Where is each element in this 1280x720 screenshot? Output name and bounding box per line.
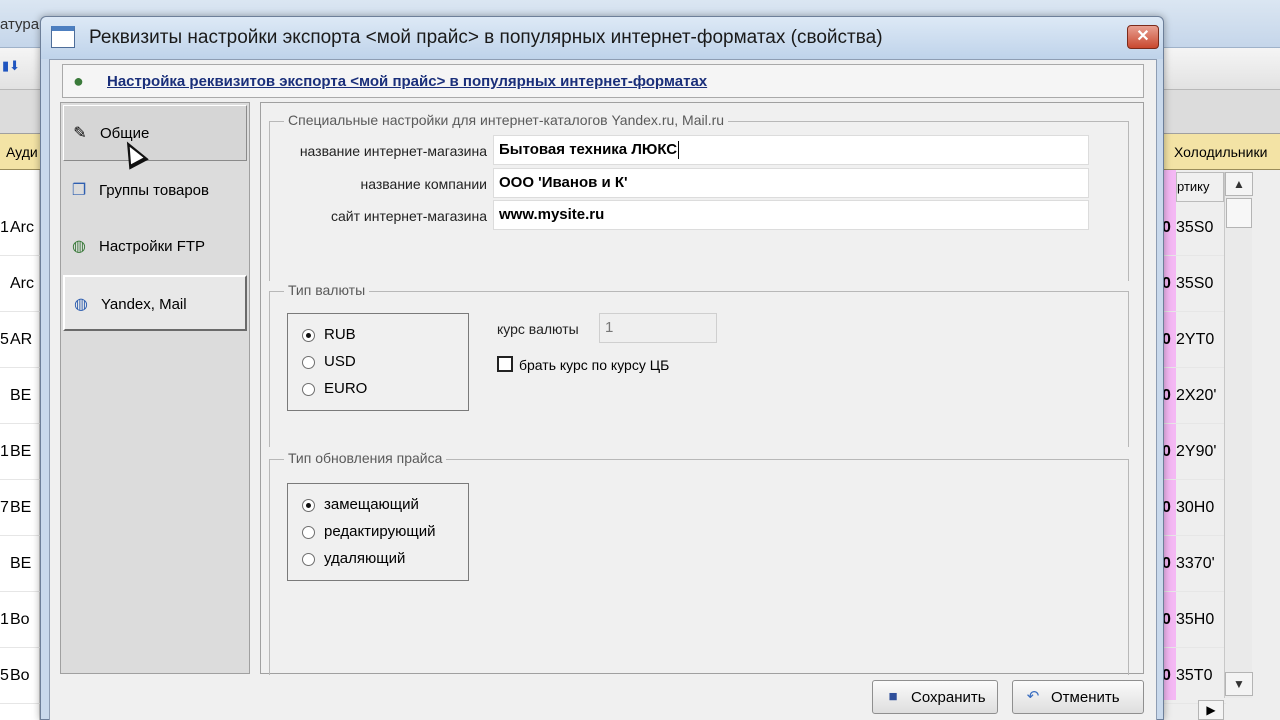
scroll-down-icon[interactable]: ▼: [1225, 672, 1253, 696]
table-row[interactable]: Arc: [0, 256, 40, 312]
pencil-icon: ✎: [73, 125, 87, 142]
nav-item-product-groups[interactable]: ❐ Группы товаров: [63, 163, 247, 219]
cbr-rate-label[interactable]: брать курс по курсу ЦБ: [519, 357, 669, 373]
table-row[interactable]: 5Bo: [0, 648, 40, 704]
settings-content: Специальные настройки для интернет-катал…: [260, 102, 1144, 675]
table-row[interactable]: BE: [0, 536, 40, 592]
background-grid-right: 0 35S0 0 35S0 0 2YT0 0 2X20' 0 2Y90' 0 30H0 03…: [1162, 170, 1280, 720]
undo-icon: ↶: [1026, 688, 1040, 705]
properties-dialog: Реквизиты настройки экспорта <мой прайс>…: [40, 16, 1164, 720]
group-legend: Специальные настройки для интернет-катал…: [284, 112, 729, 128]
table-row[interactable]: 0 30H0: [1162, 480, 1226, 536]
radio-dot: [302, 329, 315, 342]
shop-name-input[interactable]: Бытовая техника ЛЮКС: [493, 135, 1089, 165]
dialog-title: Реквизиты настройки экспорта <мой прайс>…: [89, 27, 883, 48]
update-radio-box: замещающий редактирующий удаляющий: [287, 483, 469, 581]
table-row[interactable]: 0 35S0: [1162, 256, 1226, 312]
windows-icon: ❐: [71, 182, 87, 199]
radio-dot: [302, 499, 315, 512]
background-column-header-right[interactable]: Холодильники: [1162, 134, 1280, 170]
exchange-rate-input: 1: [599, 313, 717, 343]
nav-item-label: Yandex, Mail: [101, 296, 187, 313]
save-button[interactable]: ■ Сохранить: [872, 680, 998, 714]
table-row[interactable]: 0 2X20': [1162, 368, 1226, 424]
table-row[interactable]: 1Arc: [0, 200, 40, 256]
table-row[interactable]: 5AR: [0, 312, 40, 368]
radio-dot: [302, 553, 315, 566]
site-input[interactable]: www.mysite.ru: [493, 200, 1089, 230]
nav-item-yandex-mail[interactable]: ◍ Yandex, Mail: [63, 275, 247, 331]
group-legend: Тип обновления прайса: [284, 450, 447, 466]
table-row[interactable]: 0 35S0: [1162, 200, 1226, 256]
scroll-right-icon[interactable]: ▶: [1198, 700, 1224, 720]
globe-icon: ◍: [72, 238, 86, 255]
globe-plus-icon: ◍: [74, 296, 88, 313]
nav-item-label: Общие: [100, 125, 150, 142]
site-label: сайт интернет-магазина: [330, 208, 487, 224]
sort-arrow-icon[interactable]: ▮⬇: [2, 58, 20, 74]
window-icon: [51, 26, 75, 48]
table-row[interactable]: 0 3370': [1162, 536, 1226, 592]
exchange-rate-label: курс валюты: [497, 321, 579, 337]
close-button[interactable]: ✕: [1127, 25, 1159, 49]
currency-radio-box: RUB USD EURO: [287, 313, 469, 411]
cbr-rate-checkbox[interactable]: [497, 356, 513, 372]
table-row[interactable]: 1Bo: [0, 592, 40, 648]
nav-item-label: Группы товаров: [99, 182, 209, 199]
nav-item-general[interactable]: ✎ Общие: [63, 105, 247, 161]
nav-item-label: Настройки FTP: [99, 238, 206, 255]
shop-name-label: название интернет-магазина: [299, 143, 487, 159]
table-row[interactable]: 7BE: [0, 480, 40, 536]
vertical-scrollbar[interactable]: ▲ ▼: [1224, 172, 1253, 698]
dialog-header-bar: ● Настройка реквизитов экспорта <мой пра…: [62, 64, 1144, 98]
background-grid-left: 1Arc Arc 5AR BE 1BE 7BE BE 1Bo 5Bo: [0, 170, 40, 720]
article-column-header[interactable]: ртику: [1176, 172, 1224, 202]
cancel-button[interactable]: ↶ Отменить: [1012, 680, 1144, 714]
background-column-header-left[interactable]: Ауди: [0, 134, 40, 170]
radio-dot: [302, 383, 315, 396]
radio-dot: [302, 356, 315, 369]
table-row[interactable]: 0 35T0: [1162, 648, 1226, 704]
company-name-input[interactable]: ООО 'Иванов и К': [493, 168, 1089, 198]
scroll-up-icon[interactable]: ▲: [1225, 172, 1253, 196]
table-row[interactable]: 0 2YT0: [1162, 312, 1226, 368]
table-row[interactable]: BE: [0, 368, 40, 424]
company-name-label: название компании: [360, 176, 487, 192]
dialog-titlebar[interactable]: Реквизиты настройки экспорта <мой прайс>…: [41, 17, 1163, 59]
settings-nav: ✎ Общие ❐ Группы товаров ◍ Настройки FTP…: [60, 102, 250, 674]
globe-icon: ●: [73, 71, 84, 91]
table-row[interactable]: 0 2Y90': [1162, 424, 1226, 480]
dialog-client-area: ● Настройка реквизитов экспорта <мой пра…: [49, 59, 1157, 720]
nav-item-ftp[interactable]: ◍ Настройки FTP: [63, 219, 247, 275]
table-row[interactable]: 1BE: [0, 424, 40, 480]
scroll-thumb[interactable]: [1226, 198, 1252, 228]
group-legend: Тип валюты: [284, 282, 370, 298]
floppy-disk-icon: ■: [888, 688, 898, 705]
table-row[interactable]: 0 35H0: [1162, 592, 1226, 648]
radio-dot: [302, 526, 315, 539]
settings-header-link[interactable]: Настройка реквизитов экспорта <мой прайс…: [107, 73, 707, 90]
background-title: атура: [0, 16, 40, 33]
text-caret: [678, 141, 680, 160]
